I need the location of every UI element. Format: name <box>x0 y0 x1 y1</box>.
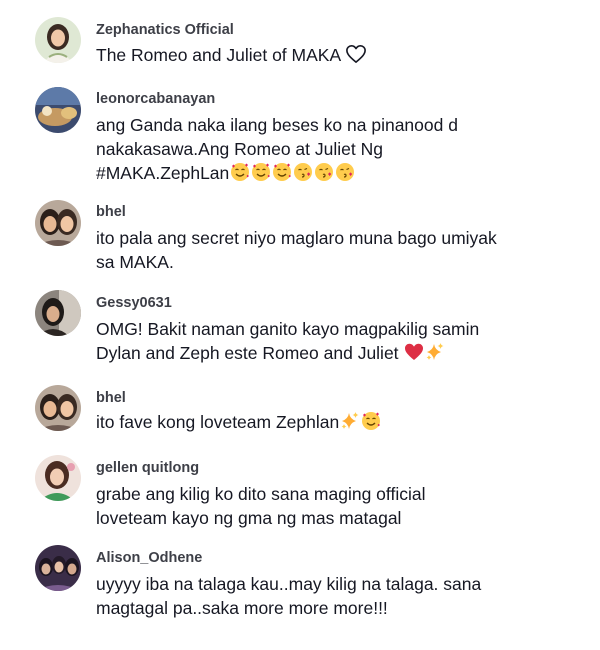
username[interactable]: gellen quitlong <box>96 460 199 476</box>
username[interactable]: bhel <box>96 390 126 406</box>
comment-line-text: Dylan and Zeph este Romeo and Juliet <box>96 343 399 363</box>
face-blowing-kiss-icon <box>314 162 334 182</box>
avatar-image <box>35 87 81 133</box>
avatar[interactable] <box>35 200 81 246</box>
avatar-image <box>35 200 81 246</box>
sparkles-icon <box>425 342 445 362</box>
username[interactable]: bhel <box>96 204 126 220</box>
comment-line: #MAKA.ZephLan <box>96 161 576 185</box>
comment-line-text: #MAKA.ZephLan <box>96 163 230 183</box>
comment-text: uyyyy iba na talaga kau..may kilig na ta… <box>96 572 576 620</box>
avatar-image <box>35 545 81 591</box>
avatar[interactable] <box>35 17 81 63</box>
smiling-face-with-hearts-icon <box>361 411 381 431</box>
avatar-image <box>35 290 81 336</box>
avatar[interactable] <box>35 455 81 501</box>
comment-text: ito fave kong loveteam Zephlan <box>96 410 576 434</box>
comment-line: nakakasawa.Ang Romeo at Juliet Ng <box>96 139 383 159</box>
comment-text: ang Ganda naka ilang beses ko na pinanoo… <box>96 113 576 185</box>
comment-text: The Romeo and Juliet of MAKA <box>96 43 576 67</box>
comment-line: ang Ganda naka ilang beses ko na pinanoo… <box>96 115 458 135</box>
avatar-image <box>35 385 81 431</box>
avatar[interactable] <box>35 545 81 591</box>
comment-line: ito pala ang secret niyo maglaro muna ba… <box>96 228 497 248</box>
comment-line-text: The Romeo and Juliet of MAKA <box>96 45 342 65</box>
avatar[interactable] <box>35 290 81 336</box>
comment-text: grabe ang kilig ko dito sana maging offi… <box>96 482 576 530</box>
heart-outline-icon[interactable] <box>345 44 367 64</box>
avatar[interactable] <box>35 385 81 431</box>
username[interactable]: leonorcabanayan <box>96 91 215 107</box>
comment-line: sa MAKA. <box>96 252 174 272</box>
username[interactable]: Gessy0631 <box>96 295 172 311</box>
sparkles-icon <box>340 411 360 431</box>
comment-line: uyyyy iba na talaga kau..may kilig na ta… <box>96 574 482 594</box>
username[interactable]: Zephanatics Official <box>96 22 234 38</box>
smiling-face-with-hearts-icon <box>272 162 292 182</box>
comment-line-text: ito fave kong loveteam Zephlan <box>96 412 340 432</box>
comment-line: The Romeo and Juliet of MAKA <box>96 43 576 67</box>
comment-line: magtagal pa..saka more more more!!! <box>96 598 388 618</box>
face-blowing-kiss-icon <box>335 162 355 182</box>
comment-line: ito fave kong loveteam Zephlan <box>96 410 576 434</box>
red-heart-icon <box>404 342 424 362</box>
face-blowing-kiss-icon <box>293 162 313 182</box>
username[interactable]: Alison_Odhene <box>96 550 202 566</box>
comment-line: loveteam kayo ng gma ng mas matagal <box>96 508 402 528</box>
comment-text: ito pala ang secret niyo maglaro muna ba… <box>96 226 576 274</box>
smiling-face-with-hearts-icon <box>230 162 250 182</box>
comment-line: OMG! Bakit naman ganito kayo magpakilig … <box>96 319 480 339</box>
comment-text: OMG! Bakit naman ganito kayo magpakilig … <box>96 317 576 365</box>
comment-line: grabe ang kilig ko dito sana maging offi… <box>96 484 426 504</box>
avatar-image <box>35 17 81 63</box>
avatar[interactable] <box>35 87 81 133</box>
avatar-image <box>35 455 81 501</box>
comment-line: Dylan and Zeph este Romeo and Juliet <box>96 341 576 365</box>
smiling-face-with-hearts-icon <box>251 162 271 182</box>
